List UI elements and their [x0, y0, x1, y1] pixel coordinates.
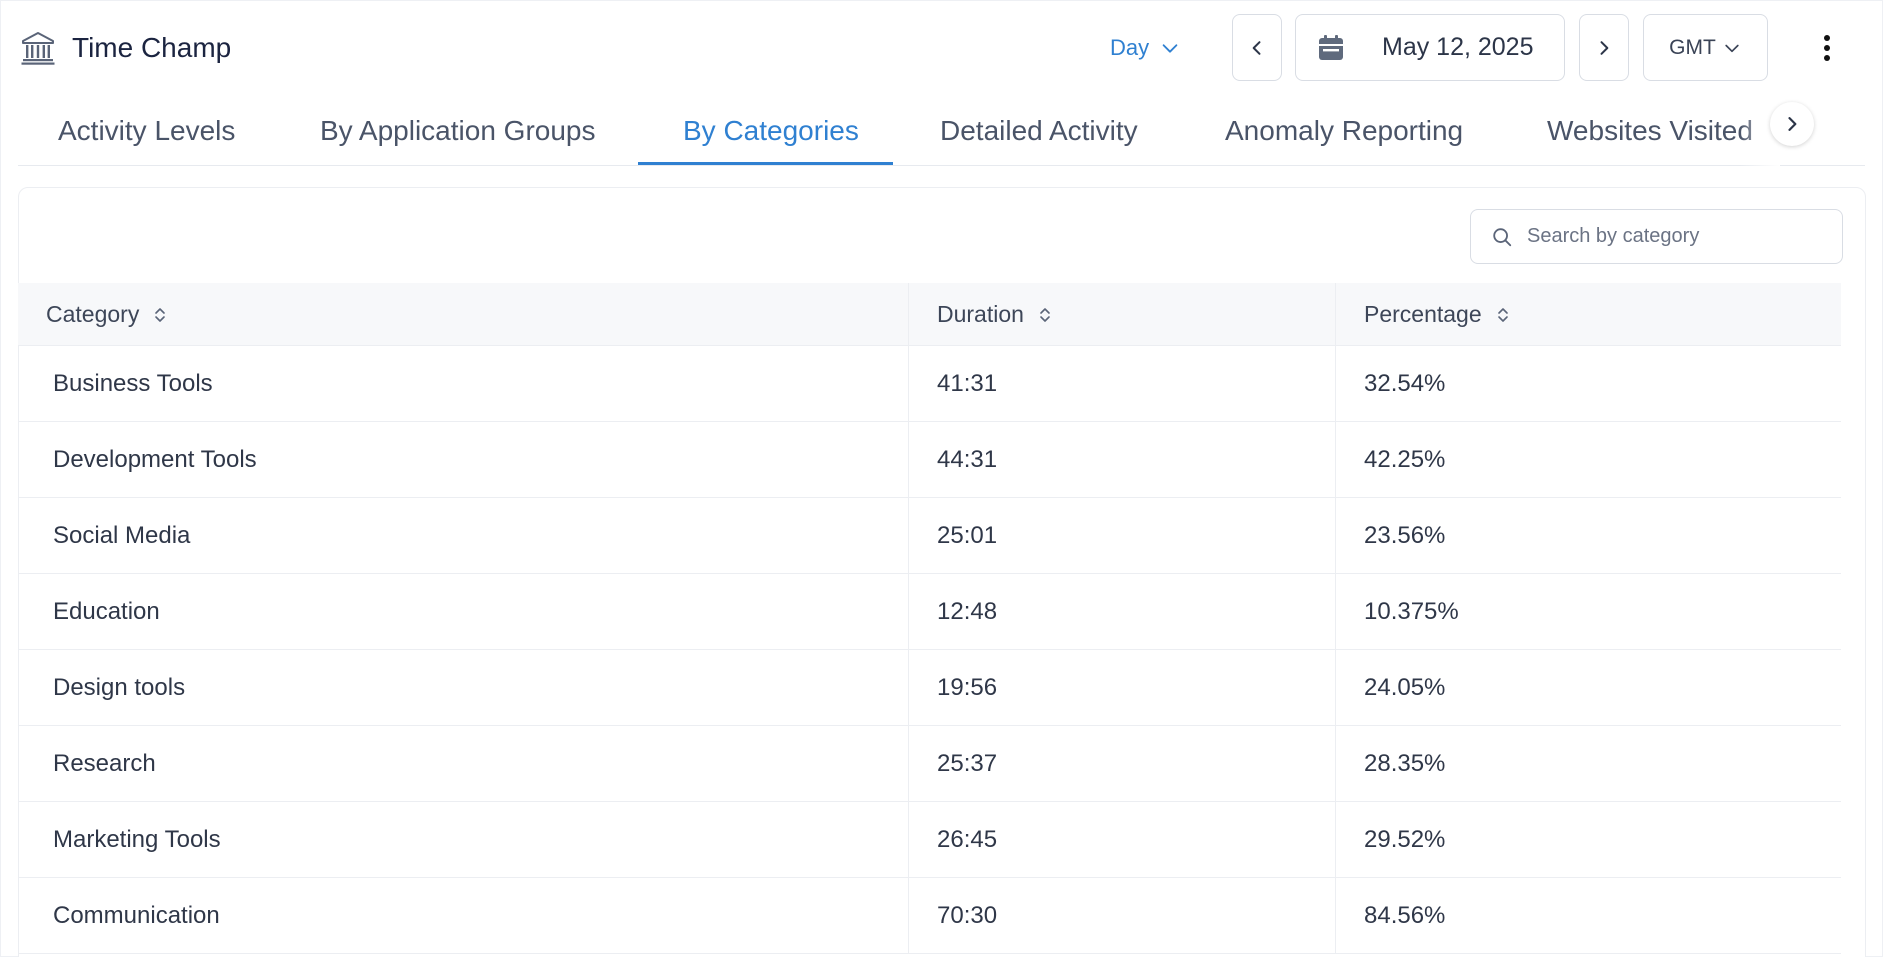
duration-cell: 25:37 [908, 726, 1335, 802]
percentage-cell: 29.52% [1335, 802, 1841, 878]
table-row: Business Tools 41:31 32.54% [18, 346, 1841, 422]
search-box[interactable] [1470, 209, 1843, 264]
percentage-cell: 24.05% [1335, 650, 1841, 726]
tab-by-categories[interactable]: By Categories [683, 96, 859, 165]
chevron-right-icon [1600, 40, 1609, 55]
table-row: Communication 70:30 84.56% [18, 878, 1841, 954]
percentage-cell: 32.54% [1335, 346, 1841, 422]
chevron-down-icon [1725, 44, 1739, 52]
more-options-button[interactable] [1812, 28, 1842, 68]
percentage-cell: 42.25% [1335, 422, 1841, 498]
duration-cell: 70:30 [908, 878, 1335, 954]
table-row: Design tools 19:56 24.05% [18, 650, 1841, 726]
category-cell: Social Media [53, 522, 191, 549]
duration-cell: 26:45 [908, 802, 1335, 878]
tab-anomaly-reporting[interactable]: Anomaly Reporting [1225, 96, 1463, 165]
table-row: Education 12:48 10.375% [18, 574, 1841, 650]
category-cell: Research [53, 750, 156, 777]
search-icon [1493, 227, 1512, 246]
date-picker-button[interactable]: May 12, 2025 [1295, 14, 1565, 81]
column-header-percentage[interactable]: Percentage [1335, 283, 1841, 346]
category-cell: Development Tools [53, 446, 257, 473]
category-cell: Design tools [53, 674, 186, 701]
duration-cell: 25:01 [908, 498, 1335, 574]
duration-cell: 41:31 [908, 346, 1335, 422]
tab-detailed-activity[interactable]: Detailed Activity [940, 96, 1138, 165]
table-row: Research 25:37 28.35% [18, 726, 1841, 802]
period-dropdown[interactable]: Day [1110, 30, 1181, 66]
sort-icon [1040, 307, 1050, 322]
sort-icon [1497, 307, 1508, 322]
category-cell: Marketing Tools [53, 826, 221, 853]
chevron-left-icon [1252, 40, 1261, 55]
tab-activity-levels[interactable]: Activity Levels [58, 96, 235, 165]
tabs-scroll-right-button[interactable] [1770, 102, 1814, 146]
percentage-cell: 10.375% [1335, 574, 1841, 650]
chevron-down-icon [1162, 44, 1178, 53]
calendar-icon [1319, 34, 1343, 60]
next-date-button[interactable] [1579, 14, 1629, 81]
active-tab-indicator [638, 162, 893, 165]
chevron-right-icon [1788, 117, 1797, 131]
search-input[interactable] [1527, 225, 1827, 248]
report-tabs: Activity Levels By Application Groups By… [18, 96, 1865, 166]
duration-cell: 19:56 [908, 650, 1335, 726]
percentage-cell: 84.56% [1335, 878, 1841, 954]
column-header-category[interactable]: Category [18, 283, 908, 346]
bank-icon [21, 32, 55, 65]
sort-icon [155, 307, 166, 322]
top-header: Time Champ Day May 12, 2025 GMT [0, 0, 1883, 96]
column-header-label: Category [46, 301, 140, 327]
tab-websites-visited[interactable]: Websites Visited [1547, 96, 1753, 165]
table-row: Development Tools 44:31 42.25% [18, 422, 1841, 498]
period-label: Day [1110, 35, 1150, 60]
duration-cell: 12:48 [908, 574, 1335, 650]
app-title: Time Champ [72, 32, 232, 63]
table-header: Category Duration Percentage [18, 283, 1841, 346]
percentage-cell: 23.56% [1335, 498, 1841, 574]
category-cell: Education [53, 598, 160, 625]
timezone-label: GMT [1669, 35, 1716, 59]
category-cell: Business Tools [53, 370, 213, 397]
previous-date-button[interactable] [1232, 14, 1282, 81]
categories-table: Category Duration Percentage Business To… [18, 283, 1841, 954]
column-header-label: Percentage [1364, 301, 1482, 327]
table-row: Marketing Tools 26:45 29.52% [18, 802, 1841, 878]
duration-cell: 44:31 [908, 422, 1335, 498]
tab-by-application-groups[interactable]: By Application Groups [320, 96, 596, 165]
category-cell: Communication [53, 902, 220, 929]
column-header-duration[interactable]: Duration [908, 283, 1335, 346]
selected-date: May 12, 2025 [1382, 33, 1534, 61]
timezone-dropdown[interactable]: GMT [1643, 14, 1768, 81]
kebab-menu-icon [1824, 35, 1830, 61]
percentage-cell: 28.35% [1335, 726, 1841, 802]
table-row: Social Media 25:01 23.56% [18, 498, 1841, 574]
column-header-label: Duration [937, 301, 1024, 327]
